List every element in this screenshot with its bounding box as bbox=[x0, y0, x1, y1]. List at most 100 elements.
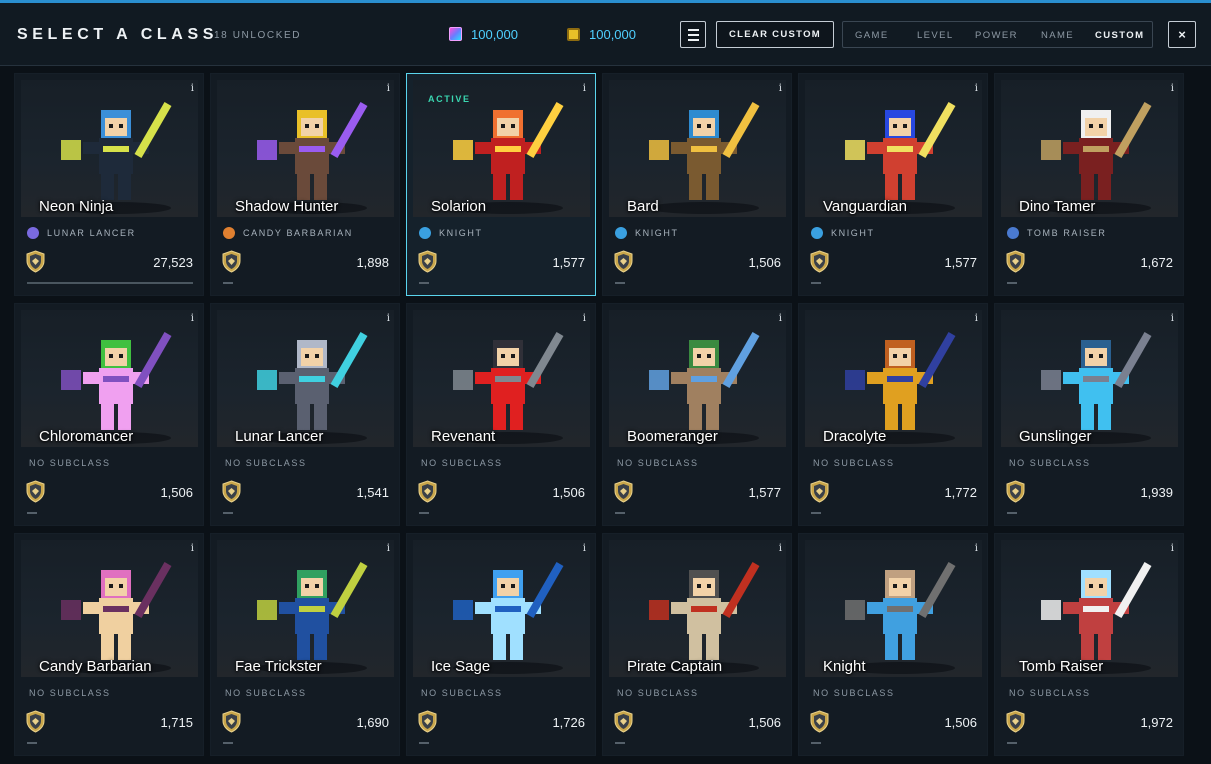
class-card[interactable]: Chloromancer i NO SUBCLASS 1,506 bbox=[14, 303, 204, 526]
class-card[interactable]: Neon Ninja i LUNAR LANCER 27,523 bbox=[14, 73, 204, 296]
info-icon[interactable]: i bbox=[975, 83, 978, 94]
class-name: Dino Tamer bbox=[1019, 198, 1096, 215]
sort-power[interactable]: POWER bbox=[975, 30, 1018, 41]
class-portrait: Gunslinger bbox=[1001, 310, 1178, 447]
class-card[interactable]: Dracolyte i NO SUBCLASS 1,772 bbox=[798, 303, 988, 526]
coin-icon bbox=[567, 27, 580, 41]
subclass-icon bbox=[1007, 227, 1019, 239]
class-art bbox=[257, 332, 368, 444]
clear-custom-button[interactable]: CLEAR CUSTOM bbox=[716, 21, 834, 48]
info-icon[interactable]: i bbox=[191, 83, 194, 94]
power-shield-icon bbox=[1006, 250, 1025, 273]
subclass: TOMB RAISER bbox=[1007, 226, 1106, 240]
coin-balance: 100,000 bbox=[567, 25, 636, 43]
class-card[interactable]: Lunar Lancer i NO SUBCLASS 1,541 bbox=[210, 303, 400, 526]
sort-level[interactable]: LEVEL bbox=[917, 30, 954, 41]
class-card[interactable]: Pirate Captain i NO SUBCLASS 1,506 bbox=[602, 533, 792, 756]
info-icon[interactable]: i bbox=[975, 543, 978, 554]
class-card[interactable]: Revenant i NO SUBCLASS 1,506 bbox=[406, 303, 596, 526]
sort-bar: GAME LEVEL POWER NAME CUSTOM bbox=[842, 21, 1153, 48]
class-art bbox=[61, 332, 172, 444]
class-card[interactable]: Dino Tamer i TOMB RAISER 1,672 bbox=[994, 73, 1184, 296]
class-name: Shadow Hunter bbox=[235, 198, 339, 215]
class-name: Ice Sage bbox=[431, 658, 491, 675]
info-icon[interactable]: i bbox=[1171, 83, 1174, 94]
class-art bbox=[453, 332, 564, 444]
info-icon[interactable]: i bbox=[779, 543, 782, 554]
class-card[interactable]: ACTIVE Solarion i KNIGHT 1,577 bbox=[406, 73, 596, 296]
class-card[interactable]: Shadow Hunter i CANDY BARBARIAN 1,898 bbox=[210, 73, 400, 296]
class-portrait: Tomb Raiser bbox=[1001, 540, 1178, 677]
info-icon[interactable]: i bbox=[387, 543, 390, 554]
class-portrait: Ice Sage bbox=[413, 540, 590, 677]
subclass: CANDY BARBARIAN bbox=[223, 226, 353, 240]
class-portrait: Fae Trickster bbox=[217, 540, 394, 677]
info-icon[interactable]: i bbox=[779, 313, 782, 324]
class-card[interactable]: Boomeranger i NO SUBCLASS 1,577 bbox=[602, 303, 792, 526]
power-shield-icon bbox=[418, 250, 437, 273]
power-row: 27,523 bbox=[25, 250, 193, 273]
level-progress-bar bbox=[1007, 512, 1017, 514]
class-portrait: Pirate Captain bbox=[609, 540, 786, 677]
info-icon[interactable]: i bbox=[975, 313, 978, 324]
power-shield-icon bbox=[26, 250, 45, 273]
level-progress-bar bbox=[27, 512, 37, 514]
power-shield-icon bbox=[222, 250, 241, 273]
class-card[interactable]: Tomb Raiser i NO SUBCLASS 1,972 bbox=[994, 533, 1184, 756]
class-card[interactable]: Knight i NO SUBCLASS 1,506 bbox=[798, 533, 988, 756]
class-portrait: Shadow Hunter bbox=[217, 80, 394, 217]
sort-custom[interactable]: CUSTOM bbox=[1095, 30, 1144, 41]
class-portrait: Bard bbox=[609, 80, 786, 217]
power-rating: 1,690 bbox=[356, 715, 389, 730]
subclass-label: NO SUBCLASS bbox=[225, 458, 307, 468]
power-row: 1,541 bbox=[221, 480, 389, 503]
info-icon[interactable]: i bbox=[583, 313, 586, 324]
class-card[interactable]: Bard i KNIGHT 1,506 bbox=[602, 73, 792, 296]
sort-name[interactable]: NAME bbox=[1041, 30, 1074, 41]
class-art bbox=[453, 562, 564, 674]
power-row: 1,506 bbox=[809, 710, 977, 733]
class-portrait: Dracolyte bbox=[805, 310, 982, 447]
level-progress-bar bbox=[811, 512, 821, 514]
power-shield-icon bbox=[26, 480, 45, 503]
class-portrait: Vanguardian bbox=[805, 80, 982, 217]
menu-button[interactable] bbox=[680, 21, 706, 48]
info-icon[interactable]: i bbox=[387, 313, 390, 324]
class-art bbox=[845, 332, 956, 444]
power-rating: 1,541 bbox=[356, 485, 389, 500]
power-rating: 1,939 bbox=[1140, 485, 1173, 500]
info-icon[interactable]: i bbox=[1171, 543, 1174, 554]
info-icon[interactable]: i bbox=[779, 83, 782, 94]
subclass-icon bbox=[27, 227, 39, 239]
class-art bbox=[649, 562, 760, 674]
class-card[interactable]: Candy Barbarian i NO SUBCLASS 1,715 bbox=[14, 533, 204, 756]
info-icon[interactable]: i bbox=[1171, 313, 1174, 324]
power-shield-icon bbox=[1006, 710, 1025, 733]
coin-amount: 100,000 bbox=[589, 26, 636, 42]
info-icon[interactable]: i bbox=[191, 543, 194, 554]
subclass-label: LUNAR LANCER bbox=[47, 228, 136, 238]
class-name: Revenant bbox=[431, 428, 496, 445]
sort-game[interactable]: GAME bbox=[855, 30, 889, 41]
power-row: 1,506 bbox=[613, 710, 781, 733]
class-card[interactable]: Fae Trickster i NO SUBCLASS 1,690 bbox=[210, 533, 400, 756]
power-rating: 1,772 bbox=[944, 485, 977, 500]
info-icon[interactable]: i bbox=[387, 83, 390, 94]
level-progress-bar bbox=[27, 742, 37, 744]
info-icon[interactable]: i bbox=[583, 83, 586, 94]
subclass-label: NO SUBCLASS bbox=[813, 458, 895, 468]
power-shield-icon bbox=[222, 710, 241, 733]
class-portrait: ACTIVE Solarion bbox=[413, 80, 590, 217]
close-button[interactable]: × bbox=[1168, 21, 1196, 48]
class-card[interactable]: Ice Sage i NO SUBCLASS 1,726 bbox=[406, 533, 596, 756]
subclass: LUNAR LANCER bbox=[27, 226, 136, 240]
class-card[interactable]: Vanguardian i KNIGHT 1,577 bbox=[798, 73, 988, 296]
info-icon[interactable]: i bbox=[583, 543, 586, 554]
class-art bbox=[257, 102, 368, 214]
class-card[interactable]: Gunslinger i NO SUBCLASS 1,939 bbox=[994, 303, 1184, 526]
info-icon[interactable]: i bbox=[191, 313, 194, 324]
level-progress-bar bbox=[27, 282, 193, 284]
hamburger-icon bbox=[687, 28, 699, 31]
class-portrait: Chloromancer bbox=[21, 310, 198, 447]
subclass-icon bbox=[419, 227, 431, 239]
